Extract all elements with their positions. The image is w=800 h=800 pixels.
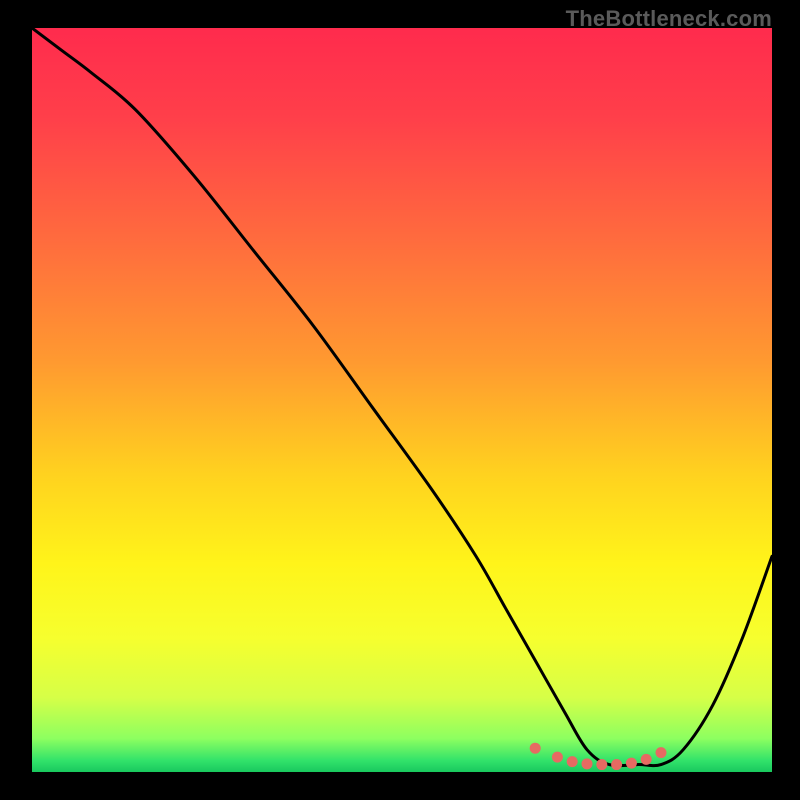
bottleneck-curve	[32, 28, 772, 766]
bottleneck-curve-layer	[32, 28, 772, 772]
optimal-dot	[611, 759, 622, 770]
optimal-dot	[641, 754, 652, 765]
optimal-dot	[567, 756, 578, 767]
optimal-dot	[626, 758, 637, 769]
optimal-dot	[596, 759, 607, 770]
chart-frame: TheBottleneck.com	[0, 0, 800, 800]
optimal-dot	[552, 752, 563, 763]
optimal-dot	[656, 747, 667, 758]
optimal-dot	[582, 758, 593, 769]
chart-plot-area	[32, 28, 772, 772]
optimal-dot	[530, 743, 541, 754]
